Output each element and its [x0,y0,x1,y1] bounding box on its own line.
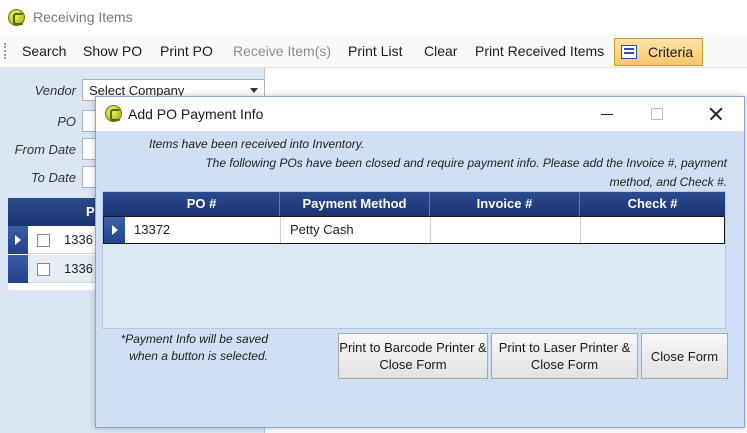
payment-method-cell[interactable]: Petty Cash [280,217,430,243]
message-line-1: Items have been received into Inventory. [149,137,365,151]
payment-grid-header: PO # Payment Method Invoice # Check # [103,192,725,216]
row-selector[interactable] [8,255,28,283]
show-po-button[interactable]: Show PO [83,43,142,59]
to-date-label: To Date [30,170,76,185]
check-cell[interactable] [580,217,724,243]
po-cell: 1336 [64,261,93,276]
vendor-label: Vendor [34,83,76,98]
maximize-button[interactable] [632,97,682,131]
close-button[interactable] [690,97,740,131]
minimize-button[interactable] [582,97,632,131]
criteria-button[interactable]: Criteria [614,38,703,66]
criteria-label: Criteria [648,44,694,60]
maximize-icon [651,108,663,120]
receive-items-button[interactable]: Receive Item(s) [233,43,331,59]
window-title: Receiving Items [33,9,133,25]
column-header-po[interactable]: PO # [124,192,279,216]
close-form-button[interactable]: Close Form [641,333,728,379]
payment-grid: PO # Payment Method Invoice # Check # 13… [102,191,726,329]
row-selector[interactable] [104,217,125,243]
print-barcode-close-button[interactable]: Print to Barcode Printer & Close Form [338,333,488,379]
chevron-down-icon [250,88,258,93]
message-line-2: The following POs have been closed and r… [205,156,727,170]
po-cell: 1336 [64,232,93,247]
dialog-title: Add PO Payment Info [128,106,264,122]
dialog-title-bar: Add PO Payment Info [96,97,744,131]
print-list-button[interactable]: Print List [348,43,402,59]
table-row[interactable]: 1336 [8,255,108,283]
invoice-cell[interactable] [430,217,580,243]
search-button[interactable]: Search [22,43,66,59]
po-grid-header: P [8,198,108,226]
row-selector-icon[interactable] [8,226,28,254]
row-checkbox[interactable] [37,234,50,247]
column-header-check[interactable]: Check # [579,192,725,216]
po-label: PO [57,114,76,129]
current-row-icon [112,225,118,235]
row-checkbox[interactable] [37,263,50,276]
minimize-icon [601,114,613,115]
po-grid: P 1336 1336 [8,198,108,290]
table-row[interactable]: 1336 [8,226,108,254]
print-received-items-button[interactable]: Print Received Items [475,43,604,59]
print-laser-close-button[interactable]: Print to Laser Printer & Close Form [491,333,638,379]
app-logo-icon [8,9,25,26]
criteria-icon [621,45,637,59]
table-row[interactable]: 13372 Petty Cash [103,216,725,244]
column-header-invoice[interactable]: Invoice # [429,192,579,216]
add-po-payment-dialog: Add PO Payment Info Items have been rece… [95,96,745,428]
po-grid-header-label: P [86,204,95,219]
toolbar-grip-icon[interactable] [4,43,7,59]
print-po-button[interactable]: Print PO [160,43,213,59]
po-cell[interactable]: 13372 [125,217,280,243]
payment-note: *Payment Info will be saved when a butto… [120,332,268,363]
message-line-3: method, and Check #. [609,175,727,189]
clear-button[interactable]: Clear [424,43,457,59]
main-title-bar: Receiving Items [0,0,747,34]
column-header-payment-method[interactable]: Payment Method [279,192,429,216]
from-date-label: From Date [14,142,76,157]
app-logo-icon [105,105,122,122]
